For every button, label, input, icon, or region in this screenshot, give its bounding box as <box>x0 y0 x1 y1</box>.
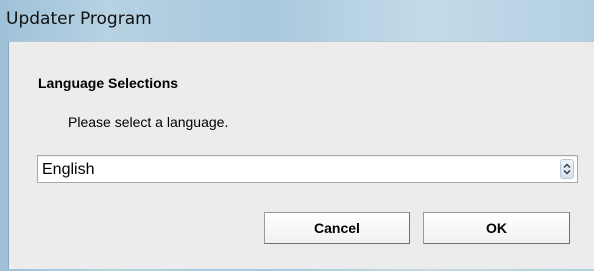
language-select-value: English <box>42 161 95 178</box>
updater-window: Updater Program Language Selections Plea… <box>0 0 594 271</box>
title-bar[interactable]: Updater Program <box>0 0 594 41</box>
prompt-text: Please select a language. <box>68 114 229 130</box>
up-down-chevron-icon[interactable] <box>560 159 574 179</box>
window-title: Updater Program <box>6 9 152 29</box>
language-select[interactable]: English <box>37 155 578 183</box>
ok-button[interactable]: OK <box>423 212 570 244</box>
section-heading: Language Selections <box>38 75 179 91</box>
dialog-content: Language Selections Please select a lang… <box>8 41 594 269</box>
cancel-button[interactable]: Cancel <box>264 212 410 244</box>
